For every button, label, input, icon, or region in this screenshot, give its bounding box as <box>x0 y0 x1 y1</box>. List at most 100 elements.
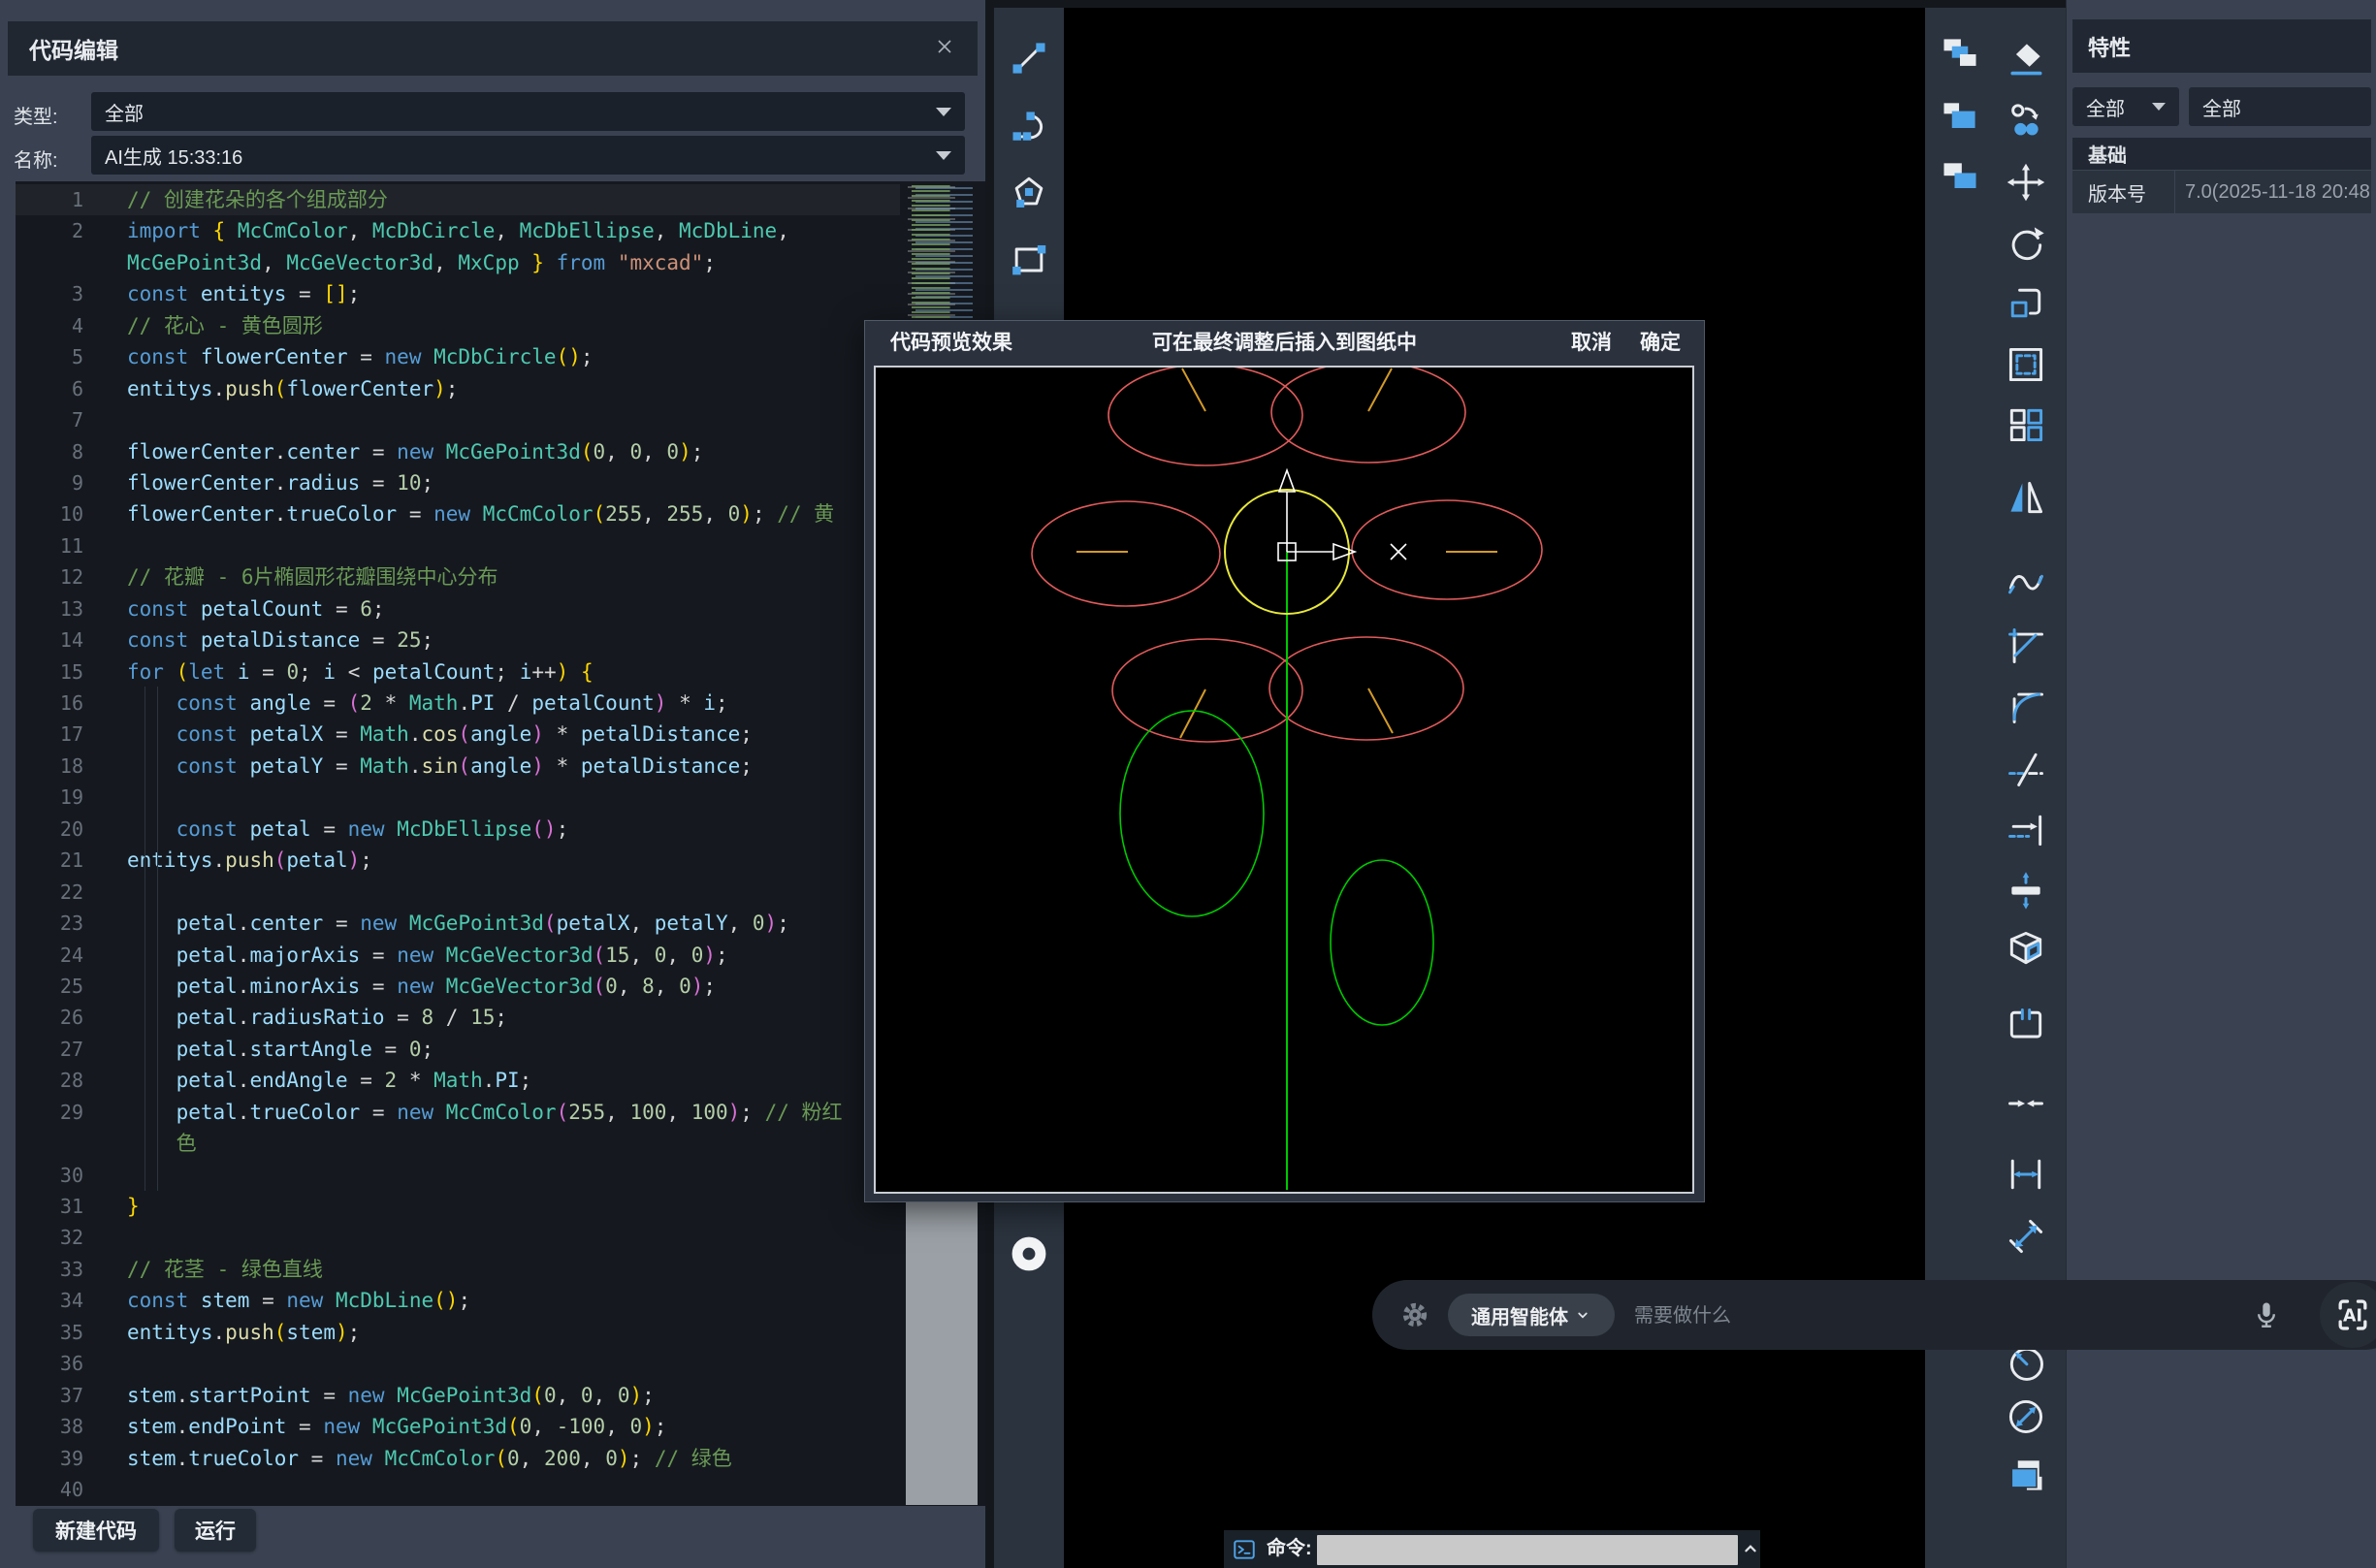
tool-extend[interactable] <box>2005 811 2047 853</box>
tool-spline[interactable] <box>2005 560 2047 603</box>
code-line: 38stem.endPoint = new McGePoint3d(0, -10… <box>16 1411 900 1442</box>
name-dropdown-value: AI生成 15:33:16 <box>105 142 242 170</box>
code-line: 16 const angle = (2 * Math.PI / petalCou… <box>16 688 900 719</box>
code-line: 23 petal.center = new McGePoint3d(petalX… <box>16 908 900 939</box>
type-dropdown[interactable]: 全部 <box>91 92 965 131</box>
ucs-y-arrow <box>1279 470 1295 492</box>
rectangle-icon <box>1008 239 1050 286</box>
flower-drawing <box>876 368 1692 1192</box>
copy-icon <box>2005 99 2047 146</box>
code-line: 25 petal.minorAxis = new McGeVector3d(0,… <box>16 971 900 1002</box>
eraser-icon <box>2005 37 2047 84</box>
tool-join[interactable] <box>2005 1084 2047 1127</box>
tool-layer-back[interactable] <box>1939 158 1981 201</box>
command-input[interactable] <box>1317 1535 1738 1565</box>
extend-icon <box>2005 809 2047 856</box>
cancel-button[interactable]: 取消 <box>1571 321 1612 366</box>
type-label: 类型: <box>14 101 58 129</box>
code-line: 34const stem = new McDbLine(); <box>16 1285 900 1316</box>
layers-overlap-icon <box>1939 33 1981 80</box>
tool-line[interactable] <box>1008 39 1050 81</box>
code-line: 37stem.startPoint = new McGePoint3d(0, 0… <box>16 1380 900 1411</box>
ai-command-bar: 通用智能体 AI <box>1372 1280 2376 1350</box>
spline-icon <box>2005 559 2047 606</box>
properties-section-basic: 基础 <box>2072 138 2371 170</box>
code-preview-dialog: 代码预览效果 可在最终调整后插入到图纸中 取消 确定 <box>864 320 1705 1202</box>
microphone-icon[interactable] <box>2250 1298 2283 1336</box>
code-line: 22 <box>16 877 900 908</box>
close-icon[interactable] <box>933 35 956 63</box>
tool-move[interactable] <box>2005 163 2047 206</box>
gear-icon[interactable] <box>1399 1299 1430 1335</box>
code-line: 17 const petalX = Math.cos(angle) * peta… <box>16 719 900 750</box>
petal-ellipse <box>1032 501 1220 606</box>
code-line: 28 petal.endAngle = 2 * Math.PI; <box>16 1065 900 1096</box>
tool-dim-aligned[interactable] <box>2005 1217 2047 1260</box>
ai-capture-button[interactable]: AI <box>2320 1282 2376 1348</box>
code-line: 29 petal.trueColor = new McCmColor(255, … <box>16 1097 900 1128</box>
tool-dim-linear[interactable] <box>2005 1155 2047 1198</box>
command-bar: 命令: <box>1224 1530 1760 1568</box>
line-icon <box>1008 37 1050 84</box>
chevron-up-icon[interactable] <box>1740 1538 1761 1564</box>
run-button[interactable]: 运行 <box>175 1509 256 1552</box>
tool-copy[interactable] <box>2005 101 2047 144</box>
tool-layer-front[interactable] <box>1939 98 1981 141</box>
offset-icon <box>2005 869 2047 916</box>
svg-text:AI: AI <box>2343 1307 2362 1327</box>
tool-rectangle[interactable] <box>1008 240 1050 283</box>
dim-linear-icon <box>2005 1153 2047 1200</box>
code-line: 36 <box>16 1348 900 1379</box>
tool-dim-diameter[interactable] <box>2005 1397 2047 1440</box>
indent-guide <box>144 687 145 1191</box>
preview-canvas[interactable] <box>874 366 1694 1194</box>
ok-button[interactable]: 确定 <box>1640 321 1681 366</box>
layers-icon <box>2005 1454 2047 1501</box>
tool-polygon[interactable] <box>1008 173 1050 215</box>
ai-prompt-input[interactable] <box>1632 1280 2218 1352</box>
tool-array[interactable] <box>2005 405 2047 448</box>
join-icon <box>2005 1082 2047 1130</box>
tool-rotate[interactable] <box>2005 223 2047 266</box>
dialog-header: 代码预览效果 可在最终调整后插入到图纸中 取消 确定 <box>865 321 1704 366</box>
command-label: 命令: <box>1267 1530 1312 1568</box>
extrude-icon <box>2005 927 2047 975</box>
tool-layers-overlap[interactable] <box>1939 35 1981 78</box>
fillet-icon <box>2005 685 2047 732</box>
code-line: 3const entitys = []; <box>16 278 900 309</box>
code-line: 13const petalCount = 6; <box>16 593 900 624</box>
tool-fillet[interactable] <box>2005 687 2047 729</box>
tool-mirror[interactable] <box>2005 478 2047 521</box>
arc-icon <box>1008 104 1050 151</box>
tool-arc[interactable] <box>1008 106 1050 148</box>
mirror-icon <box>2005 476 2047 524</box>
minimap-scrollbar-thumb[interactable] <box>906 1200 978 1505</box>
scale-icon <box>2005 282 2047 330</box>
agent-selector[interactable]: 通用智能体 <box>1448 1294 1615 1336</box>
tool-extrude[interactable] <box>2005 929 2047 972</box>
new-code-button[interactable]: 新建代码 <box>33 1509 159 1552</box>
tool-donut[interactable] <box>1008 1234 1050 1277</box>
code-line: 色 <box>16 1128 900 1159</box>
layer-front-icon <box>1939 96 1981 144</box>
tool-break[interactable] <box>2005 1007 2047 1049</box>
dim-aligned-icon <box>2005 1215 2047 1263</box>
tool-eraser[interactable] <box>2005 39 2047 81</box>
tool-layers[interactable] <box>2005 1456 2047 1498</box>
tool-select-rect[interactable] <box>2005 345 2047 388</box>
tool-trim[interactable] <box>2005 750 2047 792</box>
code-editor-panel: 代码编辑 类型: 全部 名称: AI生成 15:33:16 1// 创建花朵的各… <box>0 0 985 1568</box>
code-editor[interactable]: 1// 创建花朵的各个组成部分2import { McCmColor, McDb… <box>16 181 985 1506</box>
property-row[interactable]: 版本号 7.0(2025-11-18 20:48 <box>2072 170 2371 214</box>
properties-filter-dropdown[interactable]: 全部 <box>2072 87 2179 126</box>
petal-ellipse <box>1352 500 1542 599</box>
tool-chamfer[interactable] <box>2005 626 2047 669</box>
petal-ellipse <box>1269 637 1463 740</box>
tool-scale[interactable] <box>2005 284 2047 327</box>
properties-scope-dropdown[interactable]: 全部 <box>2189 87 2371 126</box>
code-line: 33// 花茎 - 绿色直线 <box>16 1254 900 1285</box>
name-dropdown[interactable]: AI生成 15:33:16 <box>91 136 965 175</box>
code-line: 8flowerCenter.center = new McGePoint3d(0… <box>16 436 900 467</box>
code-line: 9flowerCenter.radius = 10; <box>16 467 900 498</box>
tool-offset[interactable] <box>2005 871 2047 913</box>
